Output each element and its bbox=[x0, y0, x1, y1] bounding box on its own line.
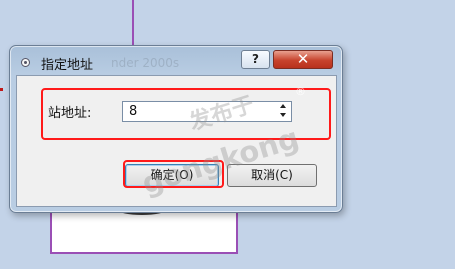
dialog-titlebar[interactable]: 指定地址 nder 2000s ? ✕ bbox=[10, 46, 342, 76]
background-mark bbox=[0, 88, 3, 91]
close-button[interactable]: ✕ bbox=[273, 50, 333, 69]
app-icon[interactable] bbox=[21, 58, 30, 67]
dialog-title: 指定地址 bbox=[41, 58, 94, 73]
watermark-registered-mark: ® bbox=[295, 85, 306, 98]
background-line bbox=[132, 0, 134, 45]
help-button[interactable]: ? bbox=[241, 50, 270, 69]
dialog-title-shadow: nder 2000s bbox=[111, 56, 180, 70]
